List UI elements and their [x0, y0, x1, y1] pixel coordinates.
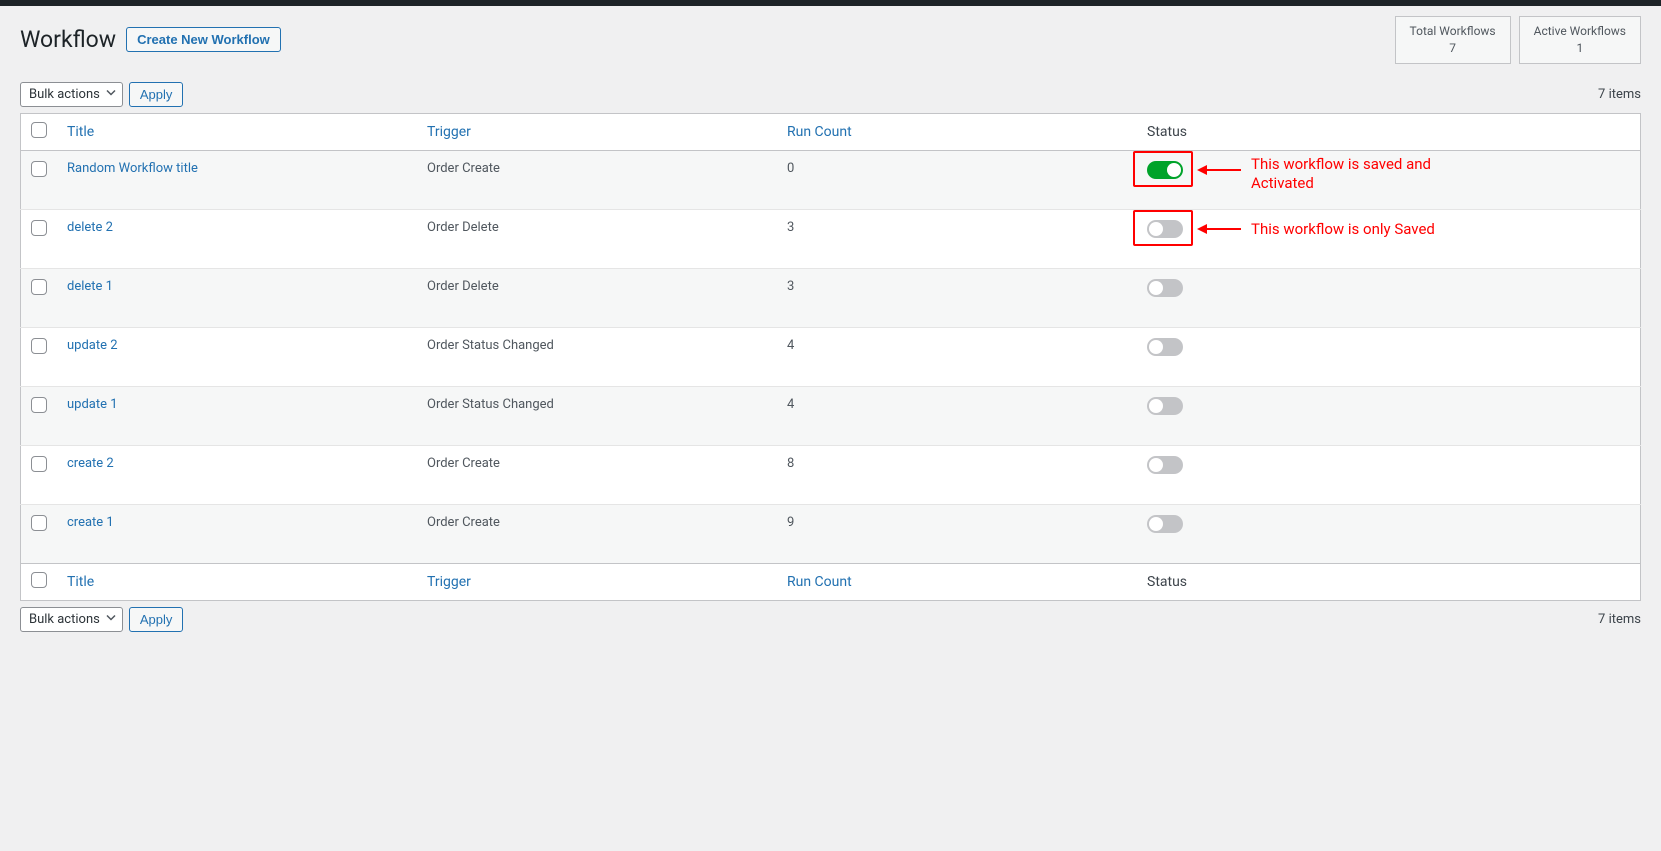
chevron-down-icon — [106, 87, 116, 102]
stats-cards: Total Workflows 7 Active Workflows 1 — [1395, 16, 1641, 64]
status-toggle[interactable] — [1147, 161, 1183, 179]
annotation-arrow-icon — [1197, 222, 1241, 236]
stat-card: Active Workflows 1 — [1519, 16, 1641, 64]
trigger-cell: Order Create — [417, 150, 777, 209]
column-header-trigger[interactable]: Trigger — [427, 124, 471, 140]
status-cell — [1137, 386, 1641, 445]
bulk-actions-label: Bulk actions — [29, 87, 100, 102]
table-row: update 1 Order Status Changed4 — [21, 386, 1641, 445]
status-cell — [1137, 445, 1641, 504]
apply-button-bottom[interactable]: Apply — [129, 607, 184, 632]
workflow-title-link[interactable]: create 1 — [67, 515, 114, 530]
table-row: update 2 Order Status Changed4 — [21, 327, 1641, 386]
stat-label: Total Workflows — [1410, 24, 1496, 38]
page-header: Workflow Create New Workflow Total Workf… — [20, 16, 1641, 64]
status-cell — [1137, 268, 1641, 327]
run-count-cell: 0 — [777, 150, 1137, 209]
select-all-checkbox-bottom[interactable] — [31, 572, 47, 588]
stat-card: Total Workflows 7 — [1395, 16, 1511, 64]
column-footer-run-count[interactable]: Run Count — [787, 574, 852, 590]
annotation-text: This workflow is saved andActivated — [1251, 155, 1431, 194]
trigger-cell: Order Status Changed — [417, 386, 777, 445]
status-toggle[interactable] — [1147, 456, 1183, 474]
row-checkbox[interactable] — [31, 279, 47, 295]
row-checkbox[interactable] — [31, 161, 47, 177]
stat-value: 7 — [1410, 40, 1496, 57]
column-header-run-count[interactable]: Run Count — [787, 124, 852, 140]
table-row: create 1 Order Create9 — [21, 504, 1641, 563]
bulk-actions-label-bottom: Bulk actions — [29, 612, 100, 627]
column-footer-status: Status — [1147, 574, 1187, 590]
stat-value: 1 — [1534, 40, 1626, 57]
trigger-cell: Order Create — [417, 445, 777, 504]
table-row: delete 1 Order Delete3 — [21, 268, 1641, 327]
status-cell — [1137, 504, 1641, 563]
workflow-title-link[interactable]: update 1 — [67, 397, 118, 412]
create-new-workflow-button[interactable]: Create New Workflow — [126, 27, 281, 52]
run-count-cell: 4 — [777, 386, 1137, 445]
status-cell: This workflow is saved andActivated — [1137, 150, 1641, 209]
status-cell — [1137, 327, 1641, 386]
top-actions-row: Bulk actions Apply 7 items — [20, 82, 1641, 107]
trigger-cell: Order Delete — [417, 209, 777, 268]
workflow-title-link[interactable]: delete 2 — [67, 220, 113, 235]
table-row: create 2 Order Create8 — [21, 445, 1641, 504]
status-toggle[interactable] — [1147, 397, 1183, 415]
annotation-text: This workflow is only Saved — [1251, 220, 1435, 240]
status-toggle[interactable] — [1147, 220, 1183, 238]
row-checkbox[interactable] — [31, 456, 47, 472]
status-cell: This workflow is only Saved — [1137, 209, 1641, 268]
stat-label: Active Workflows — [1534, 24, 1626, 38]
row-checkbox[interactable] — [31, 220, 47, 236]
workflow-title-link[interactable]: update 2 — [67, 338, 118, 353]
bulk-actions-select-bottom[interactable]: Bulk actions — [20, 607, 123, 632]
workflow-title-link[interactable]: delete 1 — [67, 279, 113, 294]
status-toggle[interactable] — [1147, 279, 1183, 297]
select-all-checkbox-top[interactable] — [31, 122, 47, 138]
items-count-bottom: 7 items — [1598, 612, 1641, 627]
column-header-title[interactable]: Title — [67, 124, 94, 140]
chevron-down-icon — [106, 612, 116, 627]
apply-button[interactable]: Apply — [129, 82, 184, 107]
column-header-status: Status — [1147, 124, 1187, 140]
page-title: Workflow — [20, 26, 116, 53]
items-count-top: 7 items — [1598, 87, 1641, 102]
workflow-title-link[interactable]: create 2 — [67, 456, 114, 471]
run-count-cell: 3 — [777, 268, 1137, 327]
trigger-cell: Order Delete — [417, 268, 777, 327]
run-count-cell: 4 — [777, 327, 1137, 386]
row-checkbox[interactable] — [31, 338, 47, 354]
bottom-actions-row: Bulk actions Apply 7 items — [20, 607, 1641, 632]
column-footer-title[interactable]: Title — [67, 574, 94, 590]
row-checkbox[interactable] — [31, 515, 47, 531]
status-toggle[interactable] — [1147, 515, 1183, 533]
annotation-arrow-icon — [1197, 163, 1241, 177]
workflows-table: Title Trigger Run Count Status Random Wo… — [20, 113, 1641, 601]
run-count-cell: 9 — [777, 504, 1137, 563]
table-row: Random Workflow title Order Create0 This w… — [21, 150, 1641, 209]
workflow-title-link[interactable]: Random Workflow title — [67, 161, 198, 176]
bulk-actions-select[interactable]: Bulk actions — [20, 82, 123, 107]
run-count-cell: 3 — [777, 209, 1137, 268]
table-row: delete 2 Order Delete3 This workflow is on… — [21, 209, 1641, 268]
row-checkbox[interactable] — [31, 397, 47, 413]
column-footer-trigger[interactable]: Trigger — [427, 574, 471, 590]
run-count-cell: 8 — [777, 445, 1137, 504]
trigger-cell: Order Status Changed — [417, 327, 777, 386]
trigger-cell: Order Create — [417, 504, 777, 563]
status-toggle[interactable] — [1147, 338, 1183, 356]
